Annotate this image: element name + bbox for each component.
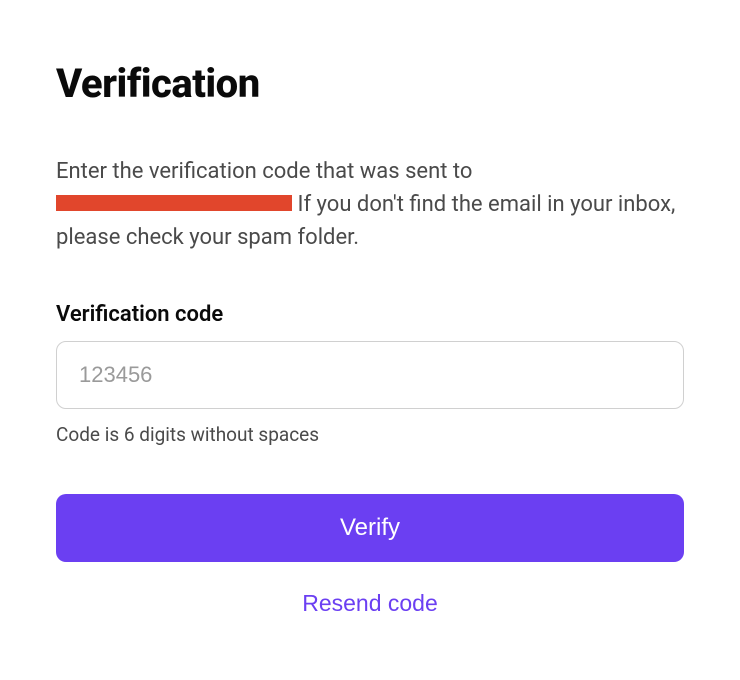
verification-code-input[interactable] <box>56 341 684 409</box>
verification-code-helper: Code is 6 digits without spaces <box>56 423 684 446</box>
verification-code-field: Verification code Code is 6 digits witho… <box>56 302 684 446</box>
verification-description: Enter the verification code that was sen… <box>56 155 684 254</box>
page-title: Verification <box>56 60 684 107</box>
verify-button[interactable]: Verify <box>56 494 684 562</box>
redacted-email <box>56 195 292 211</box>
verification-code-label: Verification code <box>56 302 684 327</box>
resend-code-link[interactable]: Resend code <box>56 590 684 617</box>
description-part1: Enter the verification code that was sen… <box>56 159 472 184</box>
